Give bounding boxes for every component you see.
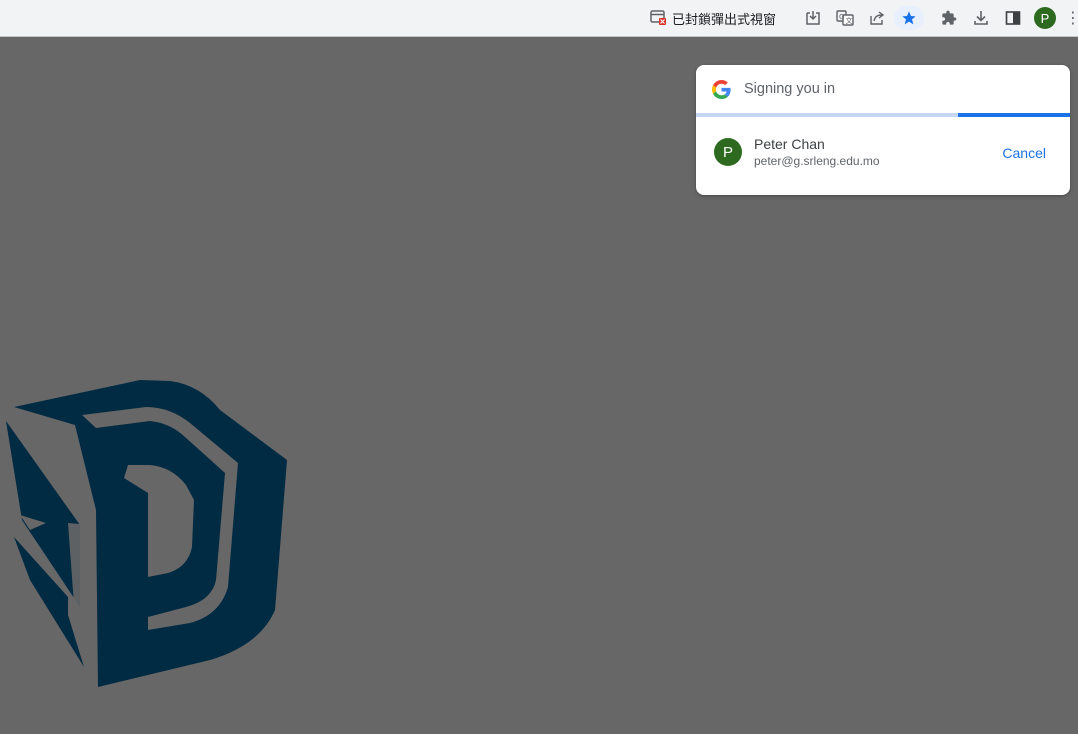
popup-blocked-icon bbox=[650, 9, 666, 28]
account-name: Peter Chan bbox=[754, 136, 825, 152]
google-signin-card: Signing you in P Peter Chan peter@g.srle… bbox=[696, 65, 1070, 195]
site-logo bbox=[0, 375, 300, 700]
extensions-icon[interactable] bbox=[937, 6, 961, 30]
signin-header: Signing you in bbox=[696, 65, 1070, 113]
side-panel-icon[interactable] bbox=[1001, 6, 1025, 30]
popup-blocked-chip[interactable]: 已封鎖彈出式視窗 bbox=[650, 6, 776, 30]
share-icon[interactable] bbox=[865, 6, 889, 30]
profile-avatar[interactable]: P bbox=[1033, 6, 1057, 30]
profile-avatar-initial: P bbox=[1034, 7, 1056, 29]
popup-blocked-label: 已封鎖彈出式視窗 bbox=[672, 11, 777, 27]
svg-text:G: G bbox=[839, 13, 844, 21]
signin-progress-fill bbox=[957, 113, 1070, 117]
account-avatar: P bbox=[714, 138, 742, 166]
cancel-button[interactable]: Cancel bbox=[998, 143, 1050, 163]
signin-title: Signing you in bbox=[744, 81, 836, 97]
google-g-logo-icon bbox=[712, 80, 731, 99]
more-menu-icon[interactable]: ⋮ bbox=[1065, 6, 1078, 30]
browser-toolbar: 已封鎖彈出式視窗 G 文 P ⋮ bbox=[0, 0, 1078, 37]
install-app-icon[interactable] bbox=[801, 6, 825, 30]
bookmark-star-icon[interactable] bbox=[894, 6, 924, 30]
translate-icon[interactable]: G 文 bbox=[833, 6, 857, 30]
downloads-icon[interactable] bbox=[969, 6, 993, 30]
signin-progress-bar bbox=[696, 113, 1070, 117]
account-email: peter@g.srleng.edu.mo bbox=[754, 154, 880, 168]
svg-text:文: 文 bbox=[846, 16, 853, 25]
